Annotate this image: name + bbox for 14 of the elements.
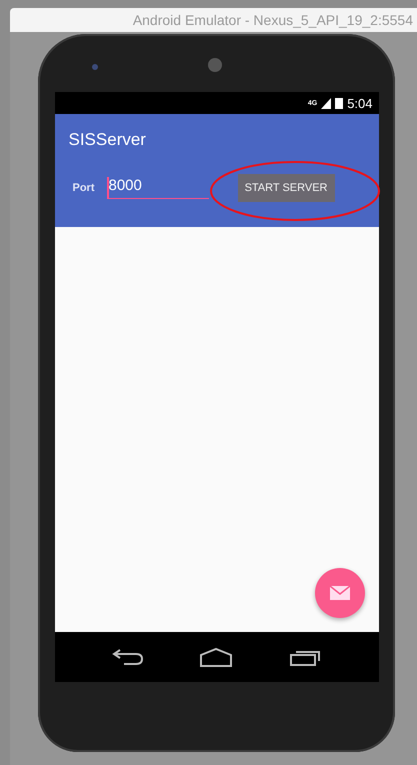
status-time: 5:04 xyxy=(347,96,372,110)
window-title: Android Emulator - Nexus_5_API_19_2:5554 xyxy=(132,12,413,28)
signal-icon xyxy=(321,98,332,108)
envelope-icon xyxy=(330,586,350,600)
app-title: SISServer xyxy=(68,130,147,150)
mail-fab[interactable] xyxy=(314,568,364,618)
speaker-icon xyxy=(208,58,222,72)
home-icon[interactable] xyxy=(199,647,234,667)
camera-icon xyxy=(92,64,98,70)
port-label: Port xyxy=(72,182,94,194)
battery-icon xyxy=(335,97,344,109)
back-icon[interactable] xyxy=(112,648,144,666)
port-input-field[interactable]: 8000 xyxy=(106,177,208,199)
start-server-button[interactable]: START SERVER xyxy=(238,174,334,202)
